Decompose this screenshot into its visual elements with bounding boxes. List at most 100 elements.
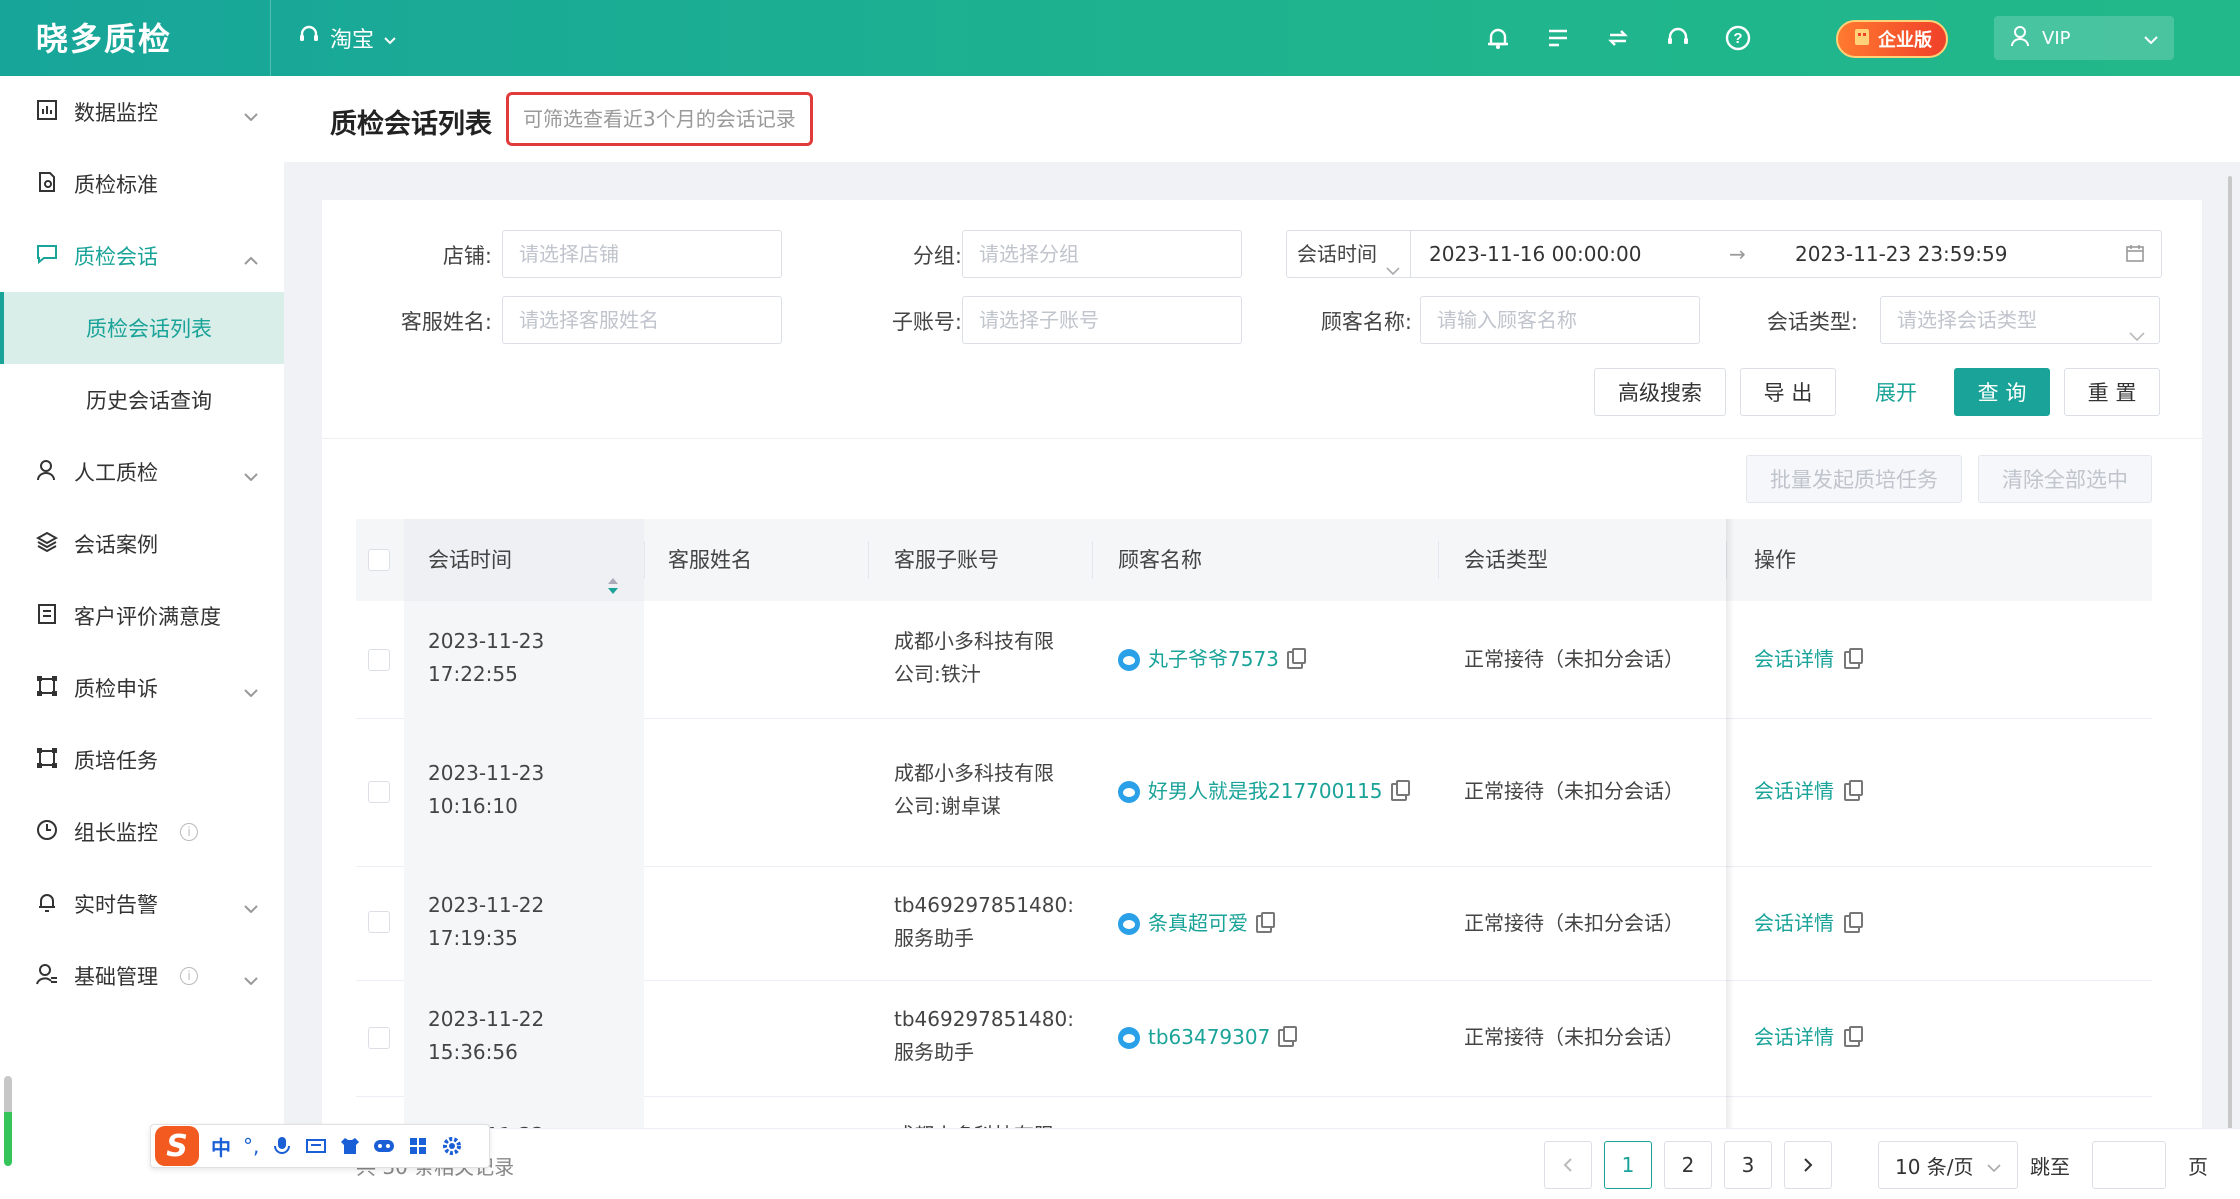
date-end[interactable]: 2023-11-23 23:59:59 (1795, 231, 2007, 277)
grid-apps-icon[interactable] (407, 1135, 429, 1157)
jump-page-input[interactable] (2092, 1141, 2166, 1189)
sidebar-item-appeal[interactable]: 质检申诉 (0, 652, 284, 724)
session-time: 17:19:35 (428, 926, 518, 950)
enterprise-badge[interactable]: 企业版 (1836, 20, 1948, 58)
advanced-search-button[interactable]: 高级搜索 (1594, 368, 1726, 416)
date-range-picker[interactable]: 会话时间 2023-11-16 00:00:00 → 2023-11-23 23… (1286, 230, 2162, 278)
copy-icon[interactable] (1256, 911, 1275, 933)
row-checkbox[interactable] (368, 649, 390, 671)
sidebar-item-qa-session[interactable]: 质检会话 (0, 220, 284, 292)
ime-lang-toggle[interactable]: 中 (211, 1132, 231, 1161)
customer-name-text: 好男人就是我217700115 (1148, 779, 1383, 803)
customer-name[interactable]: 条真超可爱 (1118, 907, 1275, 940)
switch-icon[interactable] (1600, 20, 1636, 56)
select-all-checkbox[interactable] (368, 549, 390, 571)
customer-name[interactable]: tb63479307 (1118, 1021, 1298, 1054)
wangwang-icon (1118, 912, 1140, 935)
help-icon[interactable]: ? (1720, 20, 1756, 56)
page-2-button[interactable]: 2 (1664, 1141, 1712, 1189)
divider (270, 0, 271, 76)
session-type: 正常接待（未扣分会话） (1464, 1025, 1684, 1049)
customer-input[interactable]: 请输入顾客名称 (1420, 296, 1700, 344)
row-checkbox[interactable] (368, 911, 390, 933)
copy-icon[interactable] (1286, 647, 1306, 669)
sidebar-item-qa-standard[interactable]: 质检标准 (0, 148, 284, 220)
copy-icon[interactable] (1844, 1025, 1863, 1047)
keyboard-icon[interactable] (305, 1135, 327, 1157)
query-button[interactable]: 查 询 (1954, 368, 2050, 416)
page-size-select[interactable]: 10 条/页 (1878, 1141, 2018, 1189)
batch-training-button[interactable]: 批量发起质培任务 (1746, 455, 1962, 503)
expand-link[interactable]: 展开 (1850, 368, 1942, 416)
sidebar-item-realtime-alert[interactable]: 实时告警 (0, 868, 284, 940)
copy-icon[interactable] (1844, 779, 1863, 801)
sidebar-item-label: 基础管理 (74, 965, 158, 989)
sidebar-item-satisfaction[interactable]: 客户评价满意度 (0, 580, 284, 652)
bar-chart-icon (36, 99, 58, 126)
ime-punct-toggle[interactable]: °, (243, 1134, 259, 1158)
shop-select[interactable]: 请选择店铺 (502, 230, 782, 278)
sogou-logo-icon[interactable]: S (155, 1126, 199, 1166)
session-detail-link[interactable]: 会话详情 (1754, 775, 1863, 808)
customer-name[interactable]: 好男人就是我217700115 (1118, 775, 1410, 808)
session-detail-link[interactable]: 会话详情 (1754, 1021, 1863, 1054)
pagination-bar: 共 30 条相关记录 1 2 3 10 条/页 跳至 页 (284, 1128, 2240, 1199)
bell-icon[interactable] (1480, 20, 1516, 56)
row-checkbox[interactable] (368, 781, 390, 803)
customer-name-text: tb63479307 (1148, 1025, 1271, 1049)
sort-icon[interactable] (606, 549, 620, 594)
copy-icon[interactable] (1278, 1025, 1298, 1047)
info-icon[interactable]: i (180, 967, 198, 985)
microphone-icon[interactable] (271, 1135, 293, 1157)
table-row: 2023-11-22 15:36:56 tb469297851480: 服务助手… (356, 981, 2152, 1097)
table-row: 2023-11-22 17:19:35 tb469297851480: 服务助手… (356, 867, 2152, 981)
subaccount-select[interactable]: 请选择子账号 (962, 296, 1242, 344)
session-date: 2023-11-22 (428, 893, 545, 917)
copy-icon[interactable] (1390, 779, 1410, 801)
page-title: 质检会话列表 (330, 109, 492, 140)
next-page-button[interactable] (1784, 1141, 1832, 1189)
platform-switcher[interactable]: 淘宝 (298, 22, 396, 54)
session-type-select[interactable]: 请选择会话类型 (1880, 296, 2160, 344)
info-icon[interactable]: i (180, 823, 198, 841)
sidebar-item-training-task[interactable]: 质培任务 (0, 724, 284, 796)
session-time: 10:16:10 (428, 794, 518, 818)
admin-icon (36, 963, 58, 990)
settings-icon[interactable] (441, 1135, 463, 1157)
group-select[interactable]: 请选择分组 (962, 230, 1242, 278)
support-icon[interactable] (1660, 20, 1696, 56)
sidebar-item-leader-monitor[interactable]: 组长监控 i (0, 796, 284, 868)
header-session-time[interactable]: 会话时间 (428, 519, 512, 601)
page-1-button[interactable]: 1 (1604, 1141, 1652, 1189)
page-scrollbar[interactable] (2228, 176, 2232, 1136)
copy-icon[interactable] (1844, 911, 1863, 933)
prev-page-button[interactable] (1544, 1141, 1592, 1189)
session-date: 2023-11-23 (428, 629, 545, 653)
date-start[interactable]: 2023-11-16 00:00:00 (1429, 231, 1641, 277)
pagination: 1 2 3 10 条/页 跳至 页 (1544, 1141, 2208, 1189)
page-3-button[interactable]: 3 (1724, 1141, 1772, 1189)
ime-toolbar[interactable]: S 中 °, (150, 1124, 490, 1168)
sidebar-item-basic-admin[interactable]: 基础管理 i (0, 940, 284, 1012)
session-detail-link[interactable]: 会话详情 (1754, 643, 1863, 676)
row-checkbox[interactable] (368, 1027, 390, 1049)
shop-label: 店铺: (442, 244, 492, 268)
skin-icon[interactable] (339, 1135, 361, 1157)
app-logo[interactable]: 晓多质检 (36, 14, 172, 60)
sidebar-item-cases[interactable]: 会话案例 (0, 508, 284, 580)
customer-name[interactable]: 丸子爷爷7573 (1118, 643, 1306, 676)
user-menu[interactable]: VIP (1994, 16, 2174, 60)
reset-button[interactable]: 重 置 (2064, 368, 2160, 416)
clear-selection-button[interactable]: 清除全部选中 (1978, 455, 2152, 503)
sidebar-subitem-session-list[interactable]: 质检会话列表 (0, 292, 284, 364)
game-icon[interactable] (373, 1135, 395, 1157)
sidebar-item-data-monitor[interactable]: 数据监控 (0, 76, 284, 148)
agent-select[interactable]: 请选择客服姓名 (502, 296, 782, 344)
sidebar-subitem-history[interactable]: 历史会话查询 (0, 364, 284, 436)
export-button[interactable]: 导 出 (1740, 368, 1836, 416)
copy-icon[interactable] (1844, 647, 1863, 669)
time-type-select[interactable]: 会话时间 (1287, 231, 1411, 277)
list-menu-icon[interactable] (1540, 20, 1576, 56)
sidebar-item-manual-qa[interactable]: 人工质检 (0, 436, 284, 508)
session-detail-link[interactable]: 会话详情 (1754, 907, 1863, 940)
